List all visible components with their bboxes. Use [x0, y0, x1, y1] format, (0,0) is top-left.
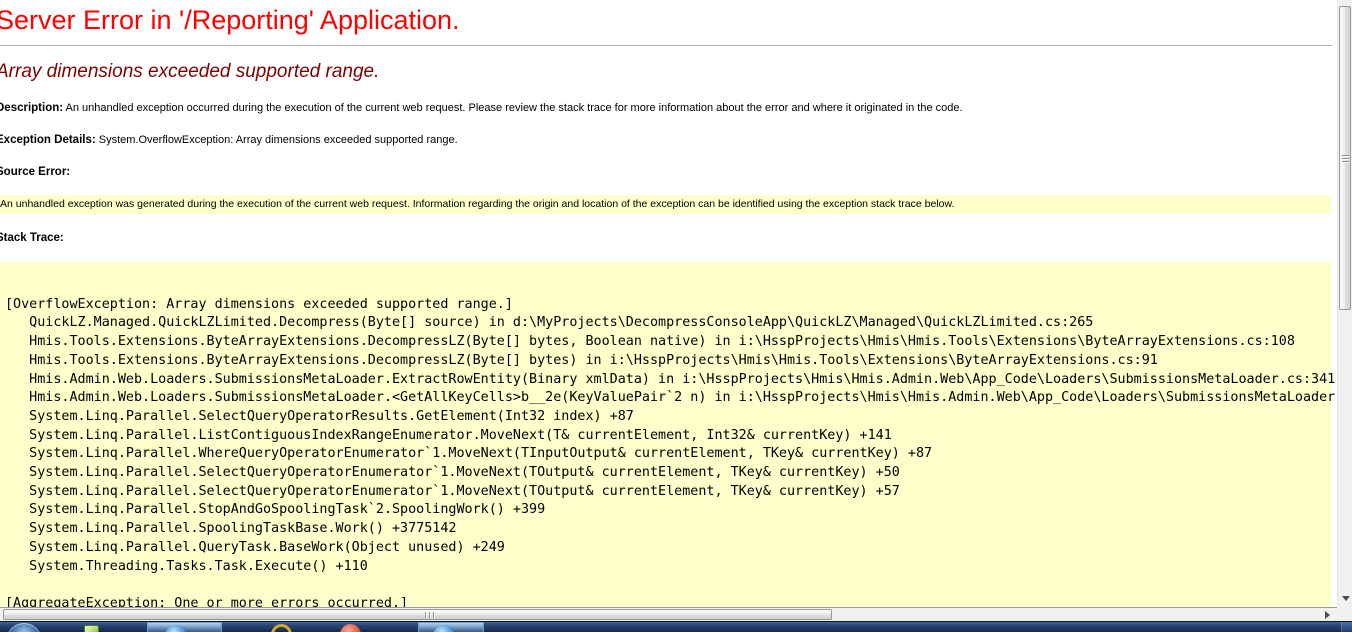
- windows-start-orb[interactable]: [6, 623, 42, 632]
- notepad-icon[interactable]: [84, 625, 99, 632]
- horizontal-scrollbar[interactable]: [0, 607, 1337, 621]
- source-error-box: An unhandled exception was generated dur…: [0, 195, 1331, 214]
- scroll-right-button[interactable]: [1318, 609, 1336, 621]
- exception-details-row: Exception Details: System.OverflowExcept…: [0, 134, 458, 146]
- description-row: Description: An unhandled exception occu…: [0, 102, 963, 114]
- scroll-down-button[interactable]: [1338, 590, 1352, 607]
- page-title: Server Error in '/Reporting' Application…: [0, 5, 460, 36]
- stack-trace-box: [OverflowException: Array dimensions exc…: [0, 262, 1331, 607]
- scrollbar-corner: [1337, 607, 1352, 621]
- app-icon: [165, 625, 187, 632]
- source-error-text: An unhandled exception was generated dur…: [0, 195, 1331, 214]
- description-text: An unhandled exception occurred during t…: [66, 102, 963, 114]
- red-app-icon[interactable]: [340, 624, 361, 632]
- stack-trace-text: [OverflowException: Array dimensions exc…: [0, 262, 1331, 607]
- arrow-down-icon: [1342, 596, 1350, 601]
- app-icon: [433, 625, 455, 632]
- vertical-scrollbar-thumb[interactable]: [1339, 6, 1351, 310]
- windows-taskbar[interactable]: [0, 621, 1352, 632]
- source-error-row: Source Error:: [0, 166, 70, 178]
- error-subtitle: Array dimensions exceeded supported rang…: [0, 61, 379, 83]
- exception-details-label: Exception Details:: [0, 134, 96, 146]
- description-label: Description:: [0, 102, 63, 114]
- vertical-scrollbar[interactable]: [1337, 0, 1352, 607]
- scrollbar-grip-icon: [425, 612, 437, 618]
- stack-trace-row: Stack Trace:: [0, 232, 64, 244]
- active-app-button[interactable]: [147, 622, 222, 632]
- arrow-right-icon: [1325, 611, 1330, 619]
- active-app-button-2[interactable]: [418, 622, 484, 632]
- gold-ring-icon[interactable]: [271, 624, 292, 632]
- error-page: Server Error in '/Reporting' Application…: [0, 0, 1337, 607]
- exception-details-text: System.OverflowException: Array dimensio…: [99, 134, 458, 146]
- show-desktop-button[interactable]: [1342, 622, 1352, 632]
- horizontal-scrollbar-thumb[interactable]: [3, 609, 832, 620]
- source-error-label: Source Error:: [0, 166, 70, 178]
- title-divider: [0, 45, 1332, 46]
- scrollbar-grip-icon: [1342, 155, 1349, 163]
- stack-trace-label: Stack Trace:: [0, 232, 64, 244]
